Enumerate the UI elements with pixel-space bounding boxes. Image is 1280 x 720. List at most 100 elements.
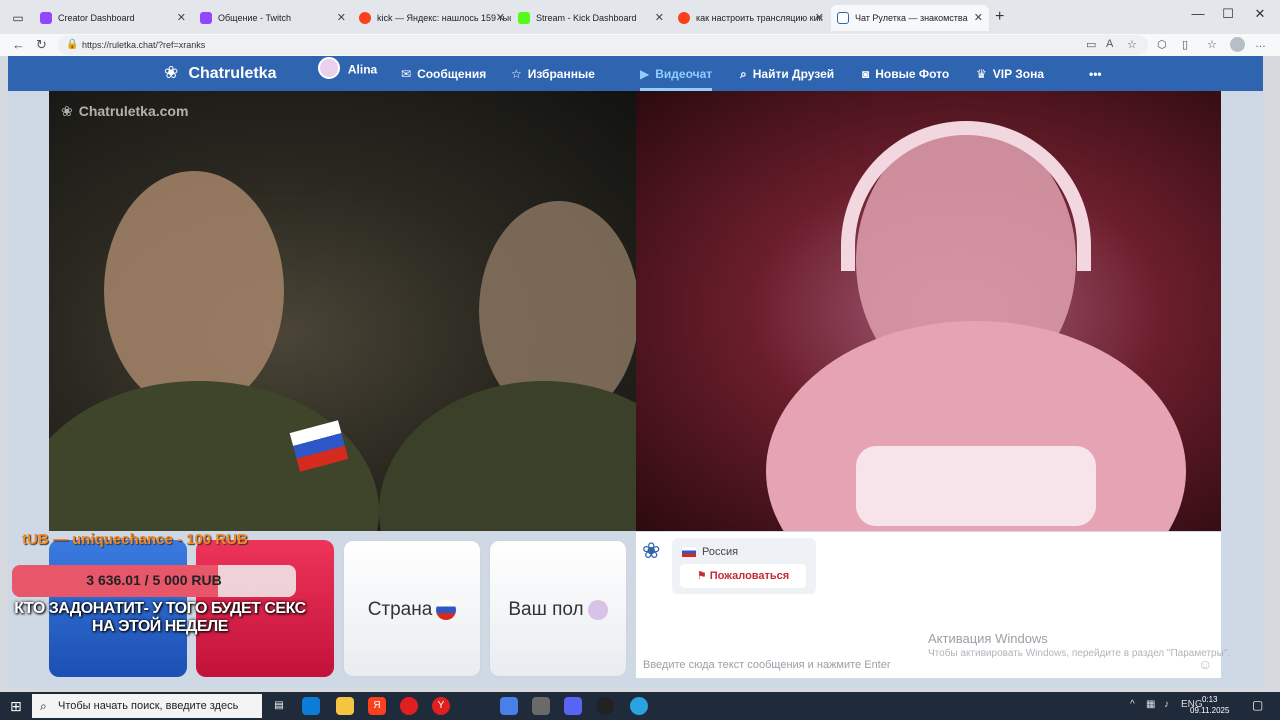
tab-yandex-kick[interactable]: kick — Яндекс: нашлось 159 тыс ✕ [353,5,511,31]
close-tab-icon[interactable]: ✕ [655,5,664,31]
watermark-text: Chatruletka.com [78,103,189,119]
camera-icon: ◙ [862,67,870,81]
yandex-icon[interactable]: Я [368,697,386,715]
tab-title: kick — Яндекс: нашлось 159 тыс [377,13,511,23]
crown-icon: ♛ [976,67,987,81]
extensions-icon[interactable]: ⬡ [1157,38,1167,51]
volume-icon[interactable]: ♪ [1164,699,1169,710]
app-icon[interactable] [532,697,550,715]
own-video [636,91,1221,531]
task-view-icon[interactable]: ▤ [270,697,288,715]
nav-videochat[interactable]: ▶ Видеочат [640,67,713,91]
address-bar-row: ← ↻ 🔒 https://ruletka.chat/?ref=xranks ▭… [0,34,1280,56]
url-field[interactable]: 🔒 https://ruletka.chat/?ref=xranks [58,35,1148,55]
tab-yandex-setup[interactable]: как настроить трансляцию кик ✕ [672,5,830,31]
search-icon: ⌕ [40,699,47,713]
gender-button[interactable]: Ваш пол [489,540,627,677]
edge-icon[interactable] [302,697,320,715]
nav-messages[interactable]: ✉ Сообщения [401,67,486,81]
yandex-favicon-icon [359,12,371,24]
read-aloud-icon[interactable]: A [1106,38,1113,50]
flag-icon: ⚑ [696,570,710,582]
taskbar-search[interactable]: ⌕ Чтобы начать поиск, введите здесь запр… [32,694,262,718]
russia-flag-icon [436,599,457,620]
white-top [856,446,1096,526]
nav-find-friends[interactable]: ⌕ Найти Друзей [740,67,834,82]
headphones [841,121,1091,271]
explorer-icon[interactable] [336,697,354,715]
close-tab-icon[interactable]: ✕ [496,5,505,31]
chat-input[interactable]: Введите сюда текст сообщения и нажмите E… [643,659,891,671]
close-tab-icon[interactable]: ✕ [974,5,983,31]
tab-title: Чат Рулетка — знакомства [855,13,968,23]
donation-goal-message: КТО ЗАДОНАТИТ- У ТОГО БУДЕТ СЕКС НА ЭТОЙ… [14,600,306,635]
favorite-star-icon[interactable]: ☆ [1127,38,1137,51]
telegram-icon[interactable] [630,697,648,715]
new-tab-button[interactable]: + [995,8,1004,26]
person-right-camo [379,381,636,531]
chatruletka-watermark: ❀ Chatruletka.com [61,103,188,120]
star-icon: ☆ [511,67,522,81]
report-button[interactable]: ⚑ Пожаловаться [680,564,806,588]
nav-label: Найти Друзей [752,67,835,81]
envelope-icon: ✉ [401,67,412,81]
nav-label: VIP Зона [992,67,1044,81]
discord-icon[interactable] [564,697,582,715]
more-menu-icon[interactable]: … [1255,38,1266,50]
nav-new-photos[interactable]: ◙ Новые Фото [862,67,949,81]
tab-creator-dashboard[interactable]: Creator Dashboard ✕ [34,5,192,31]
close-tab-icon[interactable]: ✕ [815,5,824,31]
close-tab-icon[interactable]: ✕ [177,5,186,31]
browser-tab-bar: ▭ Creator Dashboard ✕ Общение - Twitch ✕… [0,0,1280,34]
split-screen-icon[interactable]: ▯ [1182,38,1188,51]
favorites-icon[interactable]: ☆ [1207,38,1217,51]
tab-kick-dashboard[interactable]: Stream - Kick Dashboard ✕ [512,5,670,31]
app-icon[interactable] [500,697,518,715]
nav-vip-zone[interactable]: ♛ VIP Зона [976,67,1044,81]
close-window-button[interactable]: ✕ [1240,6,1280,22]
profile-avatar[interactable] [1230,37,1245,52]
person-left-face [104,171,284,411]
nav-more[interactable]: ••• [1089,67,1102,81]
tab-chatruletka[interactable]: Чат Рулетка — знакомства ✕ [831,5,989,31]
nav-favorites[interactable]: ☆ Избранные [511,67,595,81]
notifications-icon[interactable]: ▢ [1252,698,1263,712]
tab-twitch-chat[interactable]: Общение - Twitch ✕ [194,5,352,31]
app-available-icon[interactable]: ▭ [1086,38,1096,51]
flower-logo-icon: ❀ [61,103,73,119]
donation-goal-bar: 3 636.01 / 5 000 RUB [12,565,296,597]
country-button[interactable]: Страна [343,540,481,677]
back-icon[interactable]: ← [12,37,25,52]
chatruletka-favicon-icon [837,12,849,24]
partner-info-card: Россия ⚑ Пожаловаться [672,538,816,594]
url-text: https://ruletka.chat/?ref=xranks [82,40,206,50]
windows-activation-text: Чтобы активировать Windows, перейдите в … [928,648,1231,659]
windows-activation-title: Активация Windows [928,631,1048,646]
partner-country: Россия [682,546,738,558]
tab-title: Stream - Kick Dashboard [536,13,637,23]
nav-label: Сообщения [417,67,487,81]
nav-label: Избранные [527,67,595,81]
twitch-favicon-icon [40,12,52,24]
tray-arrow-icon[interactable]: ^ [1130,699,1135,710]
lock-icon: 🔒 [66,39,79,50]
refresh-icon[interactable]: ↻ [36,37,47,53]
site-logo[interactable]: ❀ Chatruletka [164,63,276,83]
chat-panel: ❀ Россия ⚑ Пожаловаться Активация Window… [636,532,1230,678]
obs-icon[interactable] [596,697,614,715]
close-tab-icon[interactable]: ✕ [337,5,346,31]
flower-logo-icon: ❀ [164,63,179,82]
emoji-icon[interactable]: ☺ [1198,656,1212,672]
donation-goal-text: 3 636.01 / 5 000 RUB [86,572,222,588]
russia-flag-icon [682,547,696,558]
country-name: Россия [702,546,739,558]
yandex-browser-icon[interactable]: Y [432,697,450,715]
kick-favicon-icon [518,12,530,24]
nav-user-alina[interactable]: Alina [318,57,377,79]
network-icon[interactable]: ▦ [1146,699,1155,710]
tab-actions-icon[interactable]: ▭ [8,8,28,28]
donation-ticker: tUB — uniquechance - 100 RUB [22,531,248,548]
opera-icon[interactable] [400,697,418,715]
taskbar-clock[interactable]: 0:13 09.11.2025 [1190,694,1229,716]
windows-start-icon[interactable]: ⊞ [10,698,22,715]
